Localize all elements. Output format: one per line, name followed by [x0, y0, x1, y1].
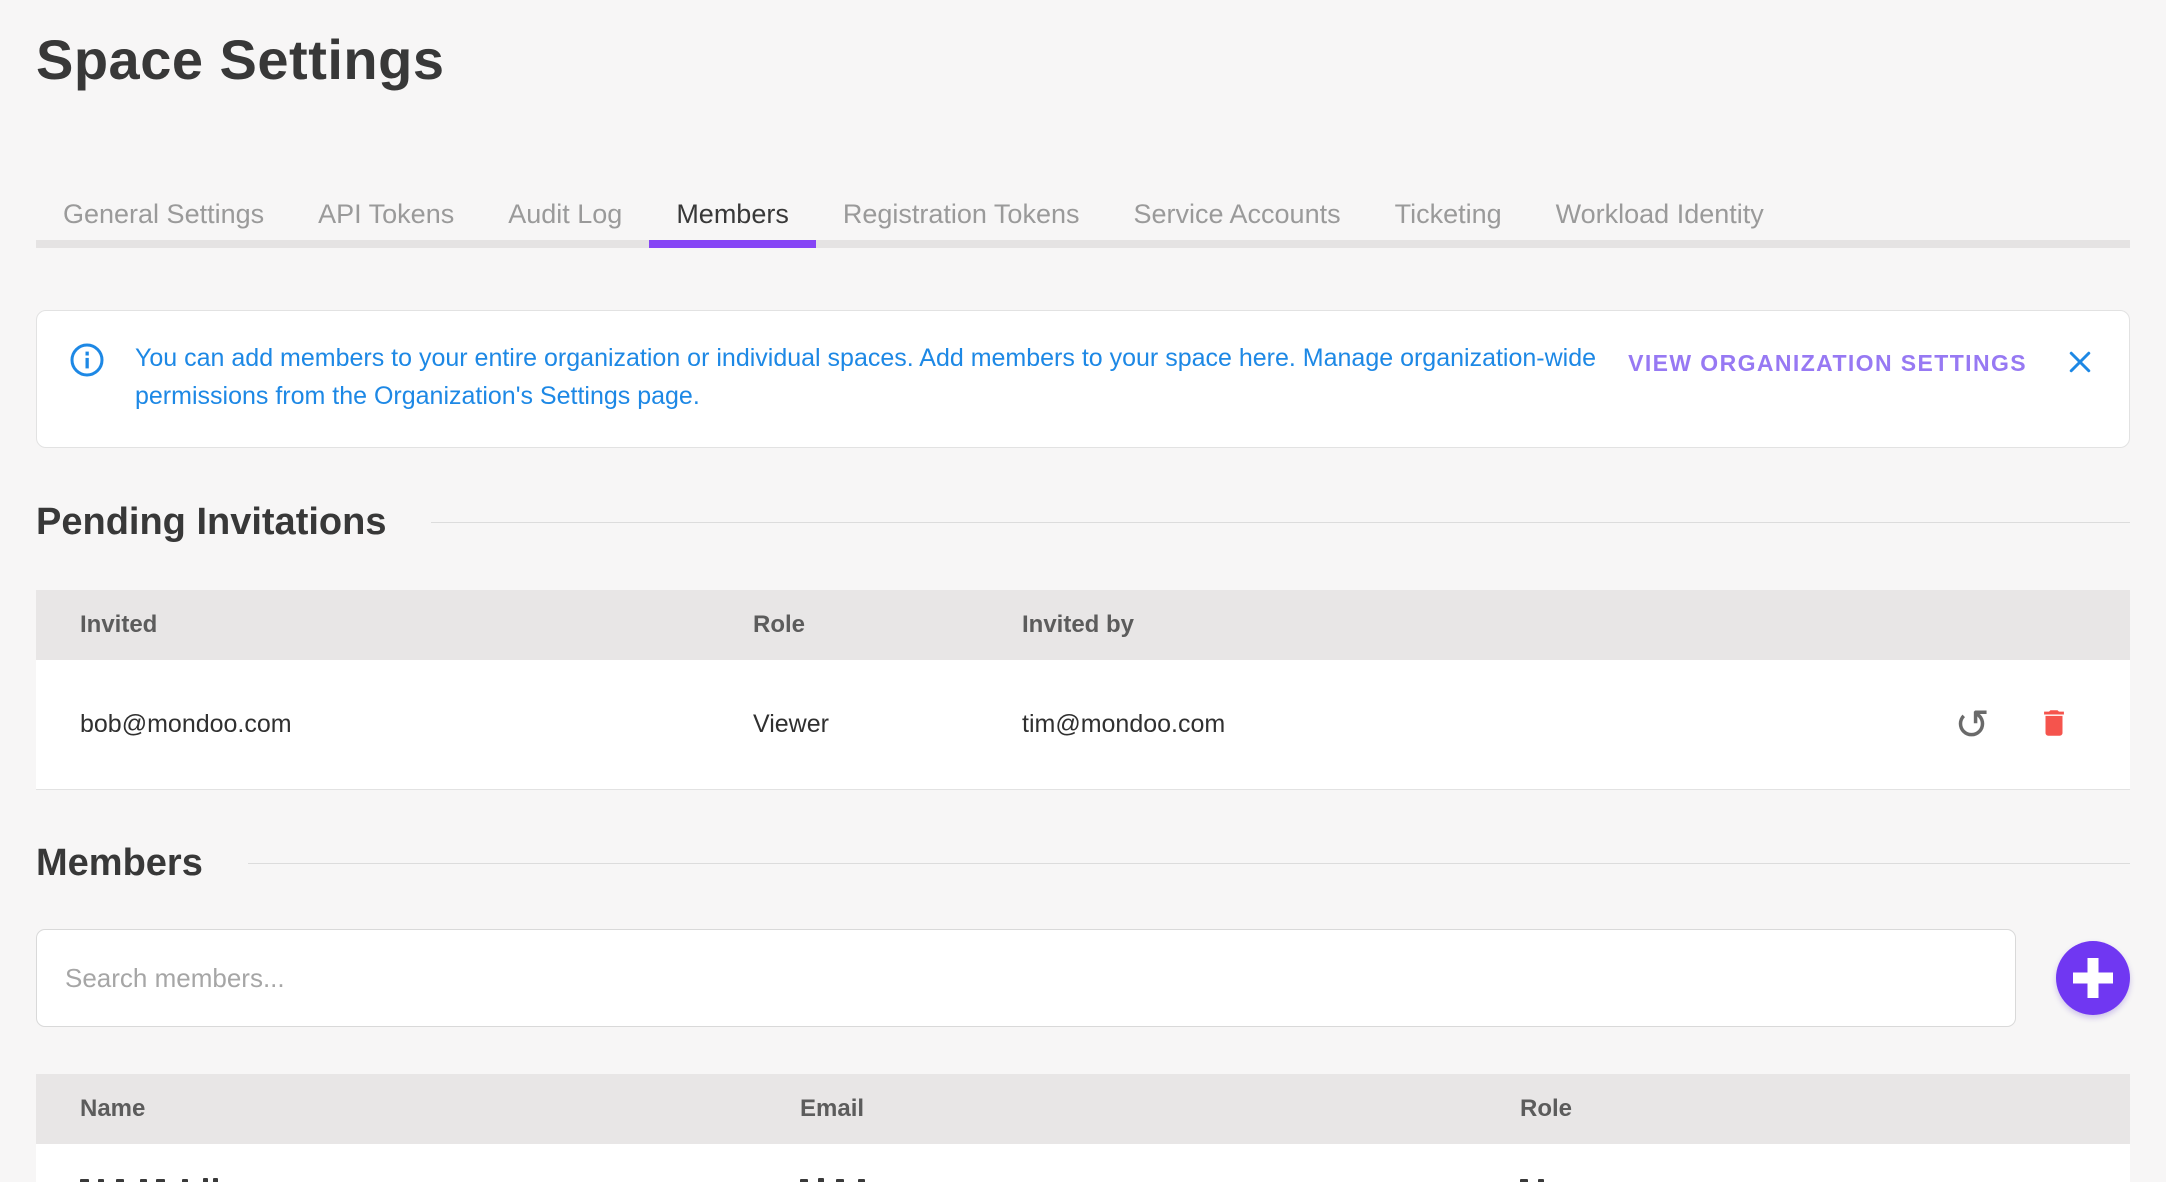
space-settings-page: Space Settings General Settings API Toke…	[0, 0, 2166, 1182]
column-header-role: Role	[1520, 1095, 2130, 1123]
members-heading: Members	[36, 840, 203, 886]
resend-invitation-button[interactable]: ↺	[1950, 703, 1994, 747]
view-organization-settings-button[interactable]: VIEW ORGANIZATION SETTINGS	[1628, 350, 2027, 377]
tab-audit-log[interactable]: Audit Log	[481, 180, 649, 248]
pending-invitations-section-head: Pending Invitations	[36, 499, 2130, 545]
tab-api-tokens[interactable]: API Tokens	[291, 180, 481, 248]
add-member-button[interactable]	[2056, 941, 2130, 1015]
info-icon	[69, 342, 105, 383]
banner-action-area: VIEW ORGANIZATION SETTINGS	[1628, 343, 2099, 384]
search-members-input[interactable]	[36, 929, 2016, 1027]
role-cell: Viewer	[753, 710, 1022, 739]
members-table: Name Email Role	[36, 1074, 2130, 1182]
member-row-clipped	[36, 1144, 2130, 1182]
tab-service-accounts[interactable]: Service Accounts	[1106, 180, 1367, 248]
column-header-name: Name	[36, 1095, 800, 1123]
tab-workload-identity[interactable]: Workload Identity	[1529, 180, 1791, 248]
pending-invitations-heading: Pending Invitations	[36, 499, 386, 545]
pending-invitations-table: Invited Role Invited by bob@mondoo.com V…	[36, 590, 2130, 790]
close-icon	[2065, 347, 2095, 380]
trash-icon	[2037, 706, 2071, 743]
members-section-head: Members	[36, 840, 2130, 886]
info-banner: You can add members to your entire organ…	[36, 310, 2130, 448]
tab-ticketing[interactable]: Ticketing	[1368, 180, 1529, 248]
page-title: Space Settings	[36, 26, 2130, 93]
row-actions: ↺	[1950, 703, 2130, 747]
invited-email-cell: bob@mondoo.com	[36, 710, 753, 739]
clipped-row-text-fragments	[36, 1177, 2130, 1182]
members-search-row	[36, 929, 2130, 1027]
resend-icon: ↺	[1954, 704, 1989, 746]
pending-invitations-table-header: Invited Role Invited by	[36, 590, 2130, 660]
section-divider	[248, 863, 2130, 864]
banner-close-button[interactable]	[2061, 343, 2099, 384]
delete-invitation-button[interactable]	[2032, 703, 2076, 747]
pending-invitation-row: bob@mondoo.com Viewer tim@mondoo.com ↺	[36, 660, 2130, 790]
members-table-header: Name Email Role	[36, 1074, 2130, 1144]
column-header-role: Role	[753, 611, 1022, 639]
settings-tab-bar: General Settings API Tokens Audit Log Me…	[36, 180, 2130, 248]
tab-registration-tokens[interactable]: Registration Tokens	[816, 180, 1107, 248]
invited-by-cell: tim@mondoo.com	[1022, 710, 1950, 739]
column-header-invited: Invited	[36, 611, 753, 639]
tab-general-settings[interactable]: General Settings	[36, 180, 291, 248]
section-divider	[431, 522, 2130, 523]
column-header-invited-by: Invited by	[1022, 611, 2130, 639]
banner-message: You can add members to your entire organ…	[135, 339, 1615, 415]
tab-members[interactable]: Members	[649, 180, 816, 248]
column-header-email: Email	[800, 1095, 1520, 1123]
